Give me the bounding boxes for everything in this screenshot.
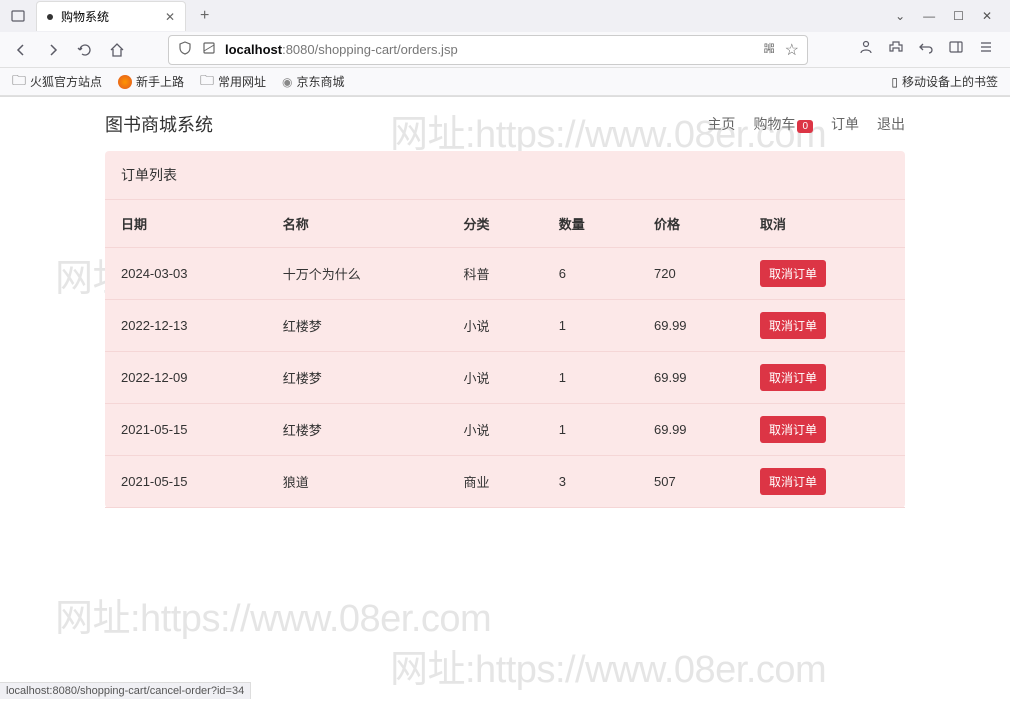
- col-price: 价格: [638, 200, 744, 248]
- browser-tab[interactable]: 购物系统 ✕: [36, 1, 186, 31]
- cell-price: 69.99: [638, 300, 744, 352]
- minimize-button[interactable]: —: [923, 9, 935, 23]
- back-button[interactable]: [10, 39, 32, 61]
- page-header: 图书商城系统 主页 购物车0 订单 退出: [105, 97, 905, 151]
- cell-date: 2021-05-15: [105, 404, 267, 456]
- cell-name: 红楼梦: [267, 300, 448, 352]
- table-row: 2021-05-15 红楼梦 小说 1 69.99 取消订单: [105, 404, 905, 456]
- qr-icon[interactable]: 嘂: [764, 40, 775, 60]
- undo-icon[interactable]: [918, 39, 934, 60]
- account-icon[interactable]: [858, 39, 874, 60]
- table-header-row: 日期 名称 分类 数量 价格 取消: [105, 200, 905, 248]
- cart-badge: 0: [797, 120, 813, 133]
- cell-name: 十万个为什么: [267, 248, 448, 300]
- col-date: 日期: [105, 200, 267, 248]
- status-bar: localhost:8080/shopping-cart/cancel-orde…: [0, 682, 251, 699]
- cell-date: 2024-03-03: [105, 248, 267, 300]
- cell-date: 2022-12-13: [105, 300, 267, 352]
- order-panel: 订单列表 日期 名称 分类 数量 价格 取消 2024-03-03 十万个为什么…: [105, 151, 905, 508]
- new-tab-button[interactable]: +: [194, 7, 215, 25]
- folder-icon: [12, 70, 26, 94]
- nav-bar: localhost:8080/shopping-cart/orders.jsp …: [0, 32, 1010, 68]
- cell-date: 2021-05-15: [105, 456, 267, 508]
- chevron-down-icon[interactable]: ⌄: [895, 9, 905, 23]
- bookmark-common[interactable]: 常用网址: [200, 70, 266, 94]
- cell-qty: 1: [543, 300, 638, 352]
- cell-name: 狼道: [267, 456, 448, 508]
- table-row: 2021-05-15 狼道 商业 3 507 取消订单: [105, 456, 905, 508]
- url-text: localhost:8080/shopping-cart/orders.jsp: [225, 42, 458, 57]
- cancel-order-button[interactable]: 取消订单: [760, 260, 826, 287]
- cell-category: 小说: [447, 300, 542, 352]
- firefox-icon: [118, 75, 132, 89]
- cell-price: 507: [638, 456, 744, 508]
- table-row: 2022-12-09 红楼梦 小说 1 69.99 取消订单: [105, 352, 905, 404]
- cell-qty: 1: [543, 352, 638, 404]
- col-category: 分类: [447, 200, 542, 248]
- cell-category: 商业: [447, 456, 542, 508]
- bookmark-jd[interactable]: 京东商城: [282, 73, 345, 90]
- folder-icon: [200, 70, 214, 94]
- cell-qty: 6: [543, 248, 638, 300]
- bookmark-firefox[interactable]: 火狐官方站点: [12, 70, 102, 94]
- extensions-icon[interactable]: [888, 39, 904, 60]
- brand-title: 图书商城系统: [105, 111, 213, 137]
- lock-icon[interactable]: [201, 40, 217, 59]
- tab-bar: 购物系统 ✕ + ⌄ — ☐ ✕: [0, 0, 1010, 32]
- forward-button[interactable]: [42, 39, 64, 61]
- mobile-icon: ▯: [891, 75, 898, 89]
- table-row: 2024-03-03 十万个为什么 科普 6 720 取消订单: [105, 248, 905, 300]
- cell-category: 小说: [447, 352, 542, 404]
- url-bar[interactable]: localhost:8080/shopping-cart/orders.jsp …: [168, 35, 808, 65]
- bookmark-mobile[interactable]: ▯移动设备上的书签: [891, 73, 998, 90]
- cell-price: 69.99: [638, 404, 744, 456]
- window-controls: ⌄ — ☐ ✕: [895, 9, 1002, 23]
- col-cancel: 取消: [744, 200, 905, 248]
- shield-icon[interactable]: [177, 40, 193, 59]
- toolbar-right: [858, 39, 994, 60]
- cancel-order-button[interactable]: 取消订单: [760, 312, 826, 339]
- col-qty: 数量: [543, 200, 638, 248]
- nav-logout[interactable]: 退出: [877, 114, 905, 134]
- reload-button[interactable]: [74, 39, 96, 61]
- sidebar-icon[interactable]: [948, 39, 964, 60]
- cell-name: 红楼梦: [267, 404, 448, 456]
- order-table: 日期 名称 分类 数量 价格 取消 2024-03-03 十万个为什么 科普 6…: [105, 200, 905, 508]
- cancel-order-button[interactable]: 取消订单: [760, 364, 826, 391]
- cell-price: 69.99: [638, 352, 744, 404]
- cell-price: 720: [638, 248, 744, 300]
- nav-home[interactable]: 主页: [707, 114, 735, 134]
- watermark: 网址:https://www.08er.com: [390, 638, 826, 693]
- tab-favicon: [47, 14, 53, 20]
- browser-chrome: 购物系统 ✕ + ⌄ — ☐ ✕ localhost:8080/shopping…: [0, 0, 1010, 97]
- nav-orders[interactable]: 订单: [831, 114, 859, 134]
- col-name: 名称: [267, 200, 448, 248]
- bookmark-star-icon[interactable]: ☆: [785, 40, 799, 60]
- tab-title: 购物系统: [61, 8, 109, 25]
- cell-qty: 3: [543, 456, 638, 508]
- cell-name: 红楼梦: [267, 352, 448, 404]
- page-content: 网址:https://www.08er.com 网址:https://www.0…: [0, 97, 1010, 699]
- nav-cart[interactable]: 购物车0: [753, 114, 813, 134]
- tab-close-icon[interactable]: ✕: [165, 10, 175, 24]
- cell-qty: 1: [543, 404, 638, 456]
- cancel-order-button[interactable]: 取消订单: [760, 416, 826, 443]
- home-button[interactable]: [106, 39, 128, 61]
- bookmarks-bar: 火狐官方站点 新手上路 常用网址 京东商城 ▯移动设备上的书签: [0, 68, 1010, 96]
- menu-icon[interactable]: [978, 39, 994, 60]
- jd-icon: [282, 75, 292, 89]
- watermark: 网址:https://www.08er.com: [55, 587, 491, 642]
- maximize-button[interactable]: ☐: [953, 9, 964, 23]
- recent-icon[interactable]: [8, 6, 28, 26]
- cell-category: 科普: [447, 248, 542, 300]
- nav-links: 主页 购物车0 订单 退出: [707, 114, 905, 134]
- table-row: 2022-12-13 红楼梦 小说 1 69.99 取消订单: [105, 300, 905, 352]
- bookmark-newbie[interactable]: 新手上路: [118, 73, 184, 90]
- cell-date: 2022-12-09: [105, 352, 267, 404]
- cancel-order-button[interactable]: 取消订单: [760, 468, 826, 495]
- close-button[interactable]: ✕: [982, 9, 992, 23]
- cell-category: 小说: [447, 404, 542, 456]
- panel-title: 订单列表: [105, 151, 905, 200]
